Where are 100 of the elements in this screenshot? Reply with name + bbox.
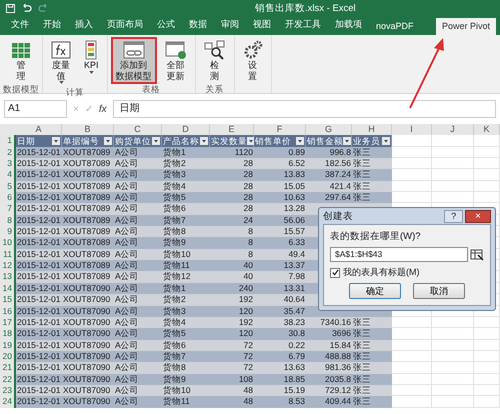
- column-header[interactable]: E: [210, 124, 254, 136]
- row-header[interactable]: 9: [0, 226, 16, 238]
- table-cell: 996.8: [306, 146, 352, 158]
- formula-field[interactable]: 日期: [112, 100, 496, 118]
- table-cell: XOUT87089: [62, 203, 114, 215]
- row-header[interactable]: 22: [0, 374, 16, 385]
- ribbon-button[interactable]: 设 置: [238, 37, 268, 93]
- ribbon-button[interactable]: 检 测: [198, 37, 231, 84]
- table-cell: 24: [210, 214, 254, 226]
- row-header[interactable]: 18: [0, 328, 16, 340]
- row-header[interactable]: 19: [0, 340, 16, 351]
- table-cell: 8: [210, 226, 254, 238]
- table-cell: 张三: [352, 374, 392, 385]
- ribbon-tab[interactable]: 加载项: [328, 15, 369, 35]
- table-cell: 7340.16: [306, 316, 352, 328]
- table-cell: 货物8: [162, 226, 210, 238]
- checkbox[interactable]: [330, 268, 340, 278]
- help-button[interactable]: ?: [444, 210, 464, 222]
- row-header[interactable]: 17: [0, 316, 16, 328]
- row-header[interactable]: 6: [0, 192, 16, 204]
- ribbon-tab[interactable]: 页面布局: [100, 15, 150, 35]
- ribbon-button[interactable]: 添加到 数据模型: [110, 37, 157, 84]
- ribbon-tab[interactable]: Power Pivot: [436, 18, 496, 35]
- traffic-light-icon: [85, 40, 98, 60]
- ribbon-tab[interactable]: 文件: [4, 15, 36, 35]
- ribbon-tab[interactable]: 公式: [150, 15, 182, 35]
- row-header[interactable]: 16: [0, 306, 16, 317]
- row-header[interactable]: 15: [0, 294, 16, 306]
- row-header[interactable]: 3: [0, 158, 16, 170]
- ribbon-tab[interactable]: 插入: [68, 15, 100, 35]
- table-cell: 28: [210, 169, 254, 181]
- column-header[interactable]: B: [62, 124, 114, 136]
- row-header[interactable]: 2: [0, 146, 16, 158]
- undo-icon[interactable]: [21, 4, 32, 12]
- redo-icon[interactable]: [38, 4, 49, 12]
- column-header[interactable]: K: [474, 124, 500, 136]
- row-header[interactable]: 12: [0, 260, 16, 272]
- table-cell: A公司: [114, 203, 162, 215]
- range-field[interactable]: $A$1:$H$43: [330, 247, 468, 262]
- row-header[interactable]: 13: [0, 271, 16, 283]
- row-header[interactable]: 11: [0, 248, 16, 260]
- table-cell: A公司: [114, 374, 162, 385]
- table-cell: A公司: [114, 169, 162, 181]
- row-header[interactable]: 24: [0, 396, 16, 408]
- filter-dropdown-icon[interactable]: [52, 137, 60, 146]
- table-cell: A公司: [114, 294, 162, 306]
- filter-dropdown-icon[interactable]: [104, 137, 112, 146]
- table-cell: 货物8: [162, 362, 210, 374]
- ribbon-tab[interactable]: 数据: [182, 15, 214, 35]
- row-header[interactable]: 21: [0, 362, 16, 374]
- row-header[interactable]: 7: [0, 203, 16, 215]
- ribbon-tab[interactable]: 视图: [246, 15, 278, 35]
- row-header[interactable]: 4: [0, 169, 16, 181]
- column-header[interactable]: A: [16, 124, 62, 136]
- column-header[interactable]: F: [254, 124, 306, 136]
- collapse-dialog-icon[interactable]: [470, 248, 484, 260]
- column-header[interactable]: D: [162, 124, 210, 136]
- ribbon-tab[interactable]: novaPDF: [369, 18, 421, 35]
- table-cell: 13.37: [254, 260, 306, 272]
- ribbon-button[interactable]: KPI: [79, 37, 104, 87]
- filter-dropdown-icon[interactable]: [343, 137, 351, 146]
- table-cell: 货物1: [162, 146, 210, 158]
- row-header[interactable]: 10: [0, 237, 16, 249]
- save-icon[interactable]: [6, 4, 15, 12]
- table-cell: XOUT87089: [62, 158, 114, 170]
- ribbon-tab[interactable]: 开发工具: [278, 15, 328, 35]
- row-header[interactable]: 5: [0, 180, 16, 192]
- table-cell: 货物4: [162, 180, 210, 192]
- ribbon-button[interactable]: 全部 更新: [160, 37, 192, 84]
- close-button[interactable]: ×: [465, 210, 491, 222]
- table-cell: 18.85: [254, 374, 306, 385]
- row-header[interactable]: 14: [0, 282, 16, 294]
- filter-dropdown-icon[interactable]: [152, 137, 160, 146]
- name-box[interactable]: A1: [4, 100, 67, 118]
- table-cell: 张三: [352, 328, 392, 340]
- column-header[interactable]: G: [306, 124, 352, 136]
- ribbon-button[interactable]: 管 理: [6, 37, 36, 84]
- ribbon-tab[interactable]: 审阅: [214, 15, 246, 35]
- table-cell: 981.36: [306, 362, 352, 374]
- row-header[interactable]: 8: [0, 214, 16, 226]
- insert-function-button[interactable]: fx: [98, 104, 107, 114]
- dialog-button[interactable]: 确定: [349, 283, 401, 299]
- link-table-icon: [122, 40, 145, 60]
- dialog-button[interactable]: 取消: [413, 283, 465, 299]
- table-cell: 49.4: [254, 248, 306, 260]
- table-cell: A公司: [114, 350, 162, 362]
- column-header[interactable]: C: [114, 124, 162, 136]
- ribbon-tab[interactable]: 开始: [36, 15, 68, 35]
- row-header[interactable]: 1: [0, 135, 16, 147]
- ribbon-button[interactable]: 度量 值: [46, 37, 76, 87]
- row-header[interactable]: 23: [0, 384, 16, 396]
- row-header[interactable]: 20: [0, 350, 16, 362]
- column-header[interactable]: H: [352, 124, 392, 136]
- filter-dropdown-icon[interactable]: [296, 137, 304, 146]
- filter-dropdown-icon[interactable]: [200, 137, 208, 146]
- column-header[interactable]: J: [432, 124, 474, 136]
- table-cell: 2015-12-01: [16, 316, 62, 328]
- filter-dropdown-icon[interactable]: [382, 137, 390, 146]
- column-header[interactable]: I: [392, 124, 432, 136]
- settings-icon: [242, 40, 263, 60]
